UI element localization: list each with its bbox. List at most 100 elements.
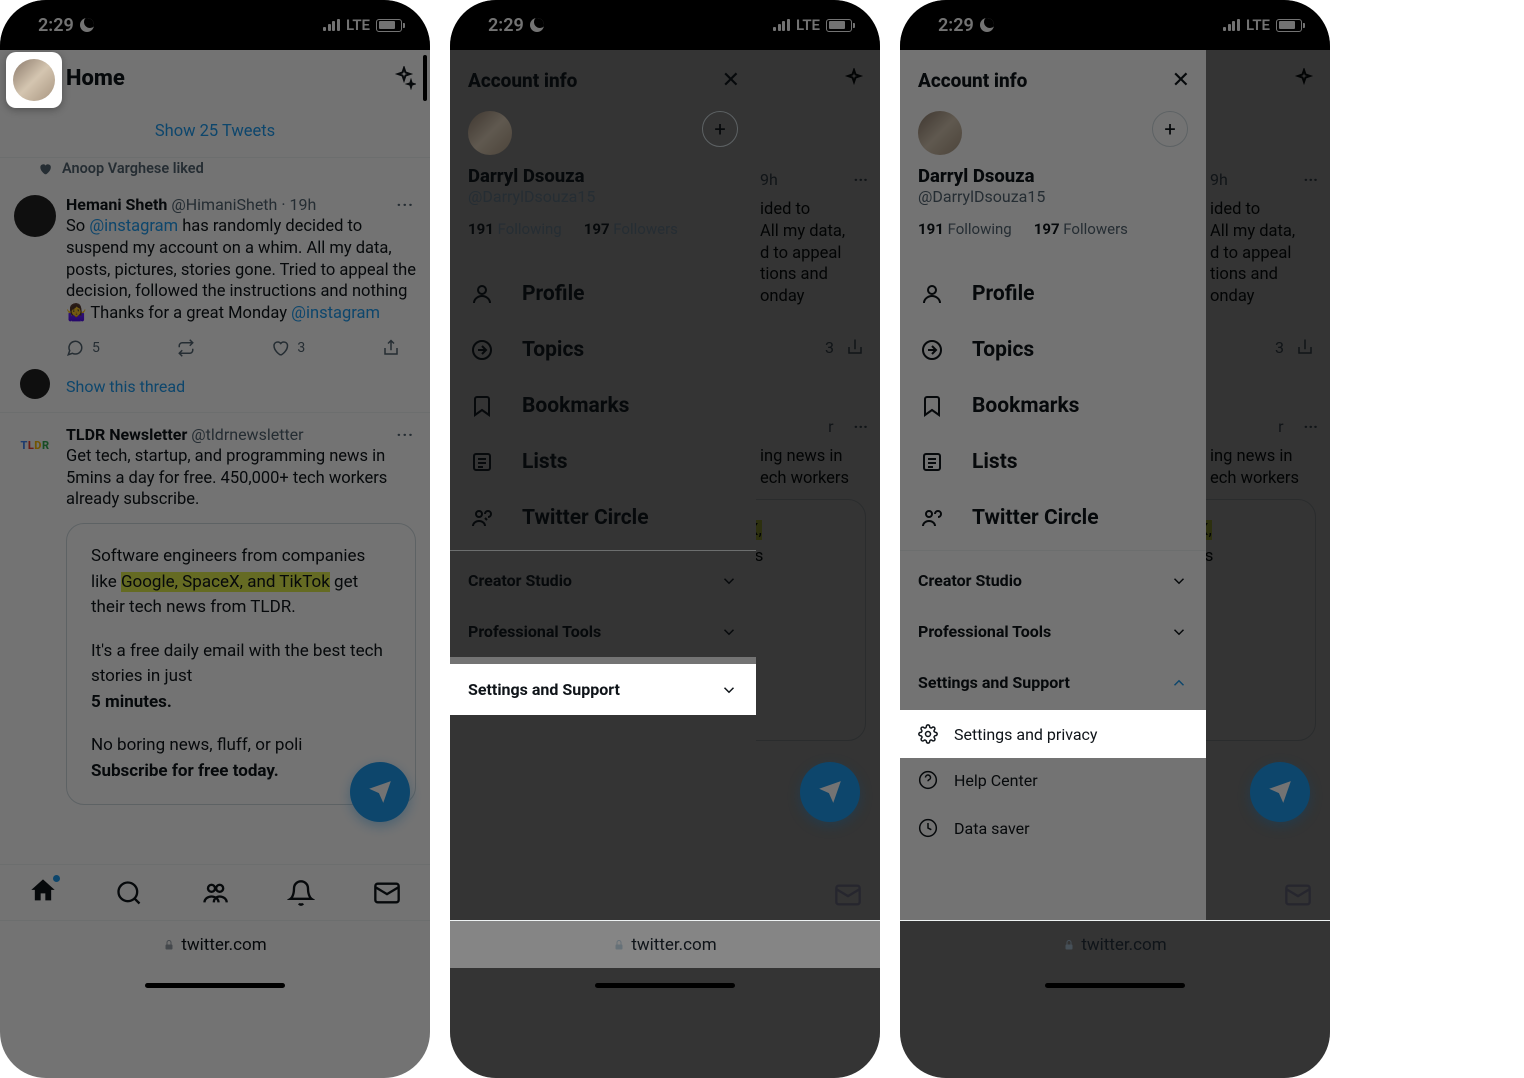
tweet-avatar[interactable]	[14, 195, 56, 237]
thread-avatar[interactable]	[20, 369, 50, 399]
highlighted-avatar[interactable]	[6, 52, 62, 108]
chevron-down-icon	[720, 681, 738, 699]
followers-link[interactable]: 197 Followers	[1034, 220, 1128, 238]
compose-tweet-button[interactable]	[1250, 762, 1310, 822]
status-bar: 2:29 LTE	[450, 0, 880, 50]
tweet-text: So @instagram has randomly decided to su…	[66, 216, 416, 325]
lock-icon	[613, 938, 625, 952]
tweet-time: 19h	[290, 195, 317, 214]
drawer-title: Account info	[468, 69, 577, 92]
signal-icon	[773, 19, 790, 31]
menu-bookmarks[interactable]: Bookmarks	[900, 378, 1206, 434]
bottom-nav	[0, 864, 430, 920]
drawer-avatar[interactable]	[918, 111, 962, 155]
nav-messages-icon[interactable]	[1284, 881, 1312, 909]
scrollbar[interactable]	[423, 55, 427, 101]
menu-profile[interactable]: Profile	[450, 266, 756, 322]
nav-home-icon[interactable]	[29, 877, 57, 909]
highlighted-settings-privacy[interactable]: Settings and privacy	[900, 710, 1206, 758]
close-icon[interactable]: ✕	[1172, 68, 1190, 93]
browser-url-bar[interactable]: twitter.com	[900, 920, 1330, 968]
embedded-card[interactable]: Software engineers from companies like G…	[66, 523, 416, 805]
highlighted-settings-support[interactable]: Settings and Support	[450, 664, 756, 715]
section-professional-tools[interactable]: Professional Tools	[450, 606, 756, 657]
tweet-2[interactable]: TLDR TLDR Newsletter @tldrnewsletter ···…	[0, 413, 430, 817]
signal-icon	[323, 19, 340, 31]
menu-topics[interactable]: Topics	[450, 322, 756, 378]
nav-notifications-icon[interactable]	[287, 879, 315, 907]
battery-icon	[826, 19, 852, 32]
home-indicator[interactable]	[1045, 983, 1185, 988]
tweet-handle[interactable]: @HimaniSheth	[171, 195, 277, 214]
account-drawer: Account info ✕ + Darryl Dsouza @DarrylDs…	[450, 50, 756, 920]
show-new-tweets[interactable]: Show 25 Tweets	[0, 106, 430, 157]
show-thread-link[interactable]: Show this thread	[66, 369, 416, 408]
section-creator-studio[interactable]: Creator Studio	[450, 555, 756, 606]
battery-icon	[376, 19, 402, 32]
mention-link[interactable]: @instagram	[291, 304, 380, 323]
home-indicator[interactable]	[595, 983, 735, 988]
screenshot-2: 2:29 LTE 9h··· ided toAll my data,d to a…	[450, 0, 880, 1078]
browser-url-bar[interactable]: twitter.com	[0, 920, 430, 968]
section-creator-studio[interactable]: Creator Studio	[900, 555, 1206, 606]
sparkle-icon[interactable]	[392, 66, 416, 90]
account-handle: @DarrylDsouza15	[918, 187, 1188, 206]
menu-lists[interactable]: Lists	[900, 434, 1206, 490]
account-name: Darryl Dsouza	[918, 165, 1188, 187]
close-icon[interactable]: ✕	[722, 68, 740, 93]
status-bar: 2:29 LTE	[900, 0, 1330, 50]
network-label: LTE	[346, 16, 370, 34]
menu-bookmarks[interactable]: Bookmarks	[450, 378, 756, 434]
gear-icon	[918, 724, 938, 744]
mention-link[interactable]: @instagram	[89, 217, 178, 236]
like-button[interactable]: 3	[271, 339, 305, 357]
chevron-down-icon	[1170, 572, 1188, 590]
submenu-data-saver[interactable]: Data saver	[900, 804, 1206, 852]
tweet-more-icon[interactable]: ···	[395, 195, 416, 214]
submenu-help-center[interactable]: Help Center	[900, 756, 1206, 804]
do-not-disturb-icon	[530, 18, 544, 32]
nav-communities-icon[interactable]	[201, 879, 229, 907]
tweet-text: Get tech, startup, and programming news …	[66, 446, 416, 511]
screenshot-3: 2:29 LTE 9h··· ided toAll my data,d to a…	[900, 0, 1330, 1078]
tweet-avatar[interactable]: TLDR	[14, 425, 56, 467]
menu-twitter-circle[interactable]: Twitter Circle	[450, 490, 756, 546]
chevron-down-icon	[720, 623, 738, 641]
account-handle: @DarrylDsouza15	[468, 187, 738, 206]
compose-tweet-button[interactable]	[350, 762, 410, 822]
screenshot-1: 2:29 LTE Home Show 25 Tweets Anoop Vargh…	[0, 0, 430, 1078]
menu-topics[interactable]: Topics	[900, 322, 1206, 378]
chevron-up-icon	[1170, 674, 1188, 692]
tweet-handle[interactable]: @tldrnewsletter	[191, 425, 303, 444]
share-button[interactable]	[382, 339, 400, 357]
add-account-button[interactable]: +	[702, 111, 738, 147]
tweet-author[interactable]: Hemani Sheth	[66, 195, 167, 214]
menu-lists[interactable]: Lists	[450, 434, 756, 490]
tweet-1[interactable]: Hemani Sheth @HimaniSheth · 19h ··· So @…	[0, 183, 430, 369]
menu-twitter-circle[interactable]: Twitter Circle	[900, 490, 1206, 546]
drawer-title: Account info	[918, 69, 1027, 92]
chevron-down-icon	[720, 572, 738, 590]
add-account-button[interactable]: +	[1152, 111, 1188, 147]
browser-url-bar[interactable]: twitter.com	[450, 920, 880, 968]
social-context: Anoop Varghese liked	[0, 158, 430, 183]
section-settings-support[interactable]: Settings and Support	[900, 657, 1206, 708]
nav-messages-icon[interactable]	[834, 881, 862, 909]
home-indicator[interactable]	[145, 983, 285, 988]
lock-icon	[163, 938, 175, 952]
compose-tweet-button[interactable]	[800, 762, 860, 822]
tweet-more-icon[interactable]: ···	[395, 425, 416, 444]
following-link[interactable]: 191 Following	[468, 220, 562, 238]
menu-profile[interactable]: Profile	[900, 266, 1206, 322]
section-professional-tools[interactable]: Professional Tools	[900, 606, 1206, 657]
retweet-button[interactable]	[177, 339, 195, 357]
nav-search-icon[interactable]	[115, 879, 143, 907]
followers-link[interactable]: 197 Followers	[584, 220, 678, 238]
following-link[interactable]: 191 Following	[918, 220, 1012, 238]
reply-button[interactable]: 5	[66, 339, 100, 357]
drawer-avatar[interactable]	[468, 111, 512, 155]
do-not-disturb-icon	[80, 18, 94, 32]
home-header: Home	[0, 50, 430, 106]
nav-messages-icon[interactable]	[373, 879, 401, 907]
tweet-author[interactable]: TLDR Newsletter	[66, 425, 187, 444]
